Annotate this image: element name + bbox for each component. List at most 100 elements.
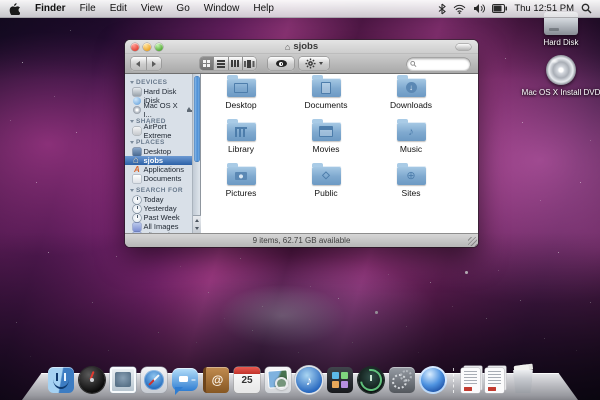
- menu-finder[interactable]: Finder: [28, 0, 73, 18]
- dock-mail-icon[interactable]: [110, 367, 136, 393]
- airport-icon: [133, 127, 141, 135]
- desktop-icon-label: Mac OS X Install DVD: [519, 88, 600, 97]
- sidebar-header-search-for[interactable]: SEARCH FOR: [130, 186, 192, 195]
- sidebar-item-label: All Images: [144, 222, 179, 231]
- icon-view-button[interactable]: [200, 57, 213, 70]
- sidebar-item-hard-disk[interactable]: Hard Disk: [125, 87, 192, 96]
- window-body: DEVICES Hard Disk iDisk Mac OS X I... SH…: [125, 74, 478, 233]
- sidebar-item-applications[interactable]: Applications: [125, 165, 192, 174]
- back-arrow-icon: [136, 61, 140, 67]
- dock-time-machine-icon[interactable]: [358, 367, 384, 393]
- scrollbar-arrows[interactable]: [193, 215, 201, 233]
- spotlight-icon[interactable]: [581, 3, 592, 14]
- dock-safari-icon[interactable]: [141, 367, 167, 393]
- desktop-icon-install-dvd[interactable]: Mac OS X Install DVD: [519, 55, 600, 97]
- sidebar-item-past-week[interactable]: Past Week: [125, 213, 192, 222]
- sidebar-header-devices[interactable]: DEVICES: [130, 78, 192, 87]
- view-mode-control: [200, 57, 256, 70]
- folder-icon: [312, 78, 341, 97]
- folder-downloads[interactable]: Downloads: [371, 74, 451, 110]
- folder-sites[interactable]: Sites: [371, 162, 451, 198]
- sidebar-item-label: Today: [144, 195, 164, 204]
- menu-view[interactable]: View: [134, 0, 170, 18]
- folder-pictures[interactable]: Pictures: [201, 162, 281, 198]
- folder-label: Music: [371, 144, 451, 154]
- sidebar-item-yesterday[interactable]: Yesterday: [125, 204, 192, 213]
- sidebar-item-label: Yesterday: [144, 204, 177, 213]
- dock-finder-icon[interactable]: [48, 367, 74, 393]
- sidebar-item-label: Desktop: [144, 147, 172, 156]
- dock-separator: [453, 368, 454, 393]
- menu-bar-clock[interactable]: Thu 12:51 PM: [514, 3, 574, 14]
- dock-sync-orb-icon[interactable]: [420, 367, 446, 393]
- ical-day-number: 25: [234, 375, 260, 386]
- toolbar: [125, 54, 478, 74]
- sites-emblem-icon: [397, 166, 426, 185]
- menu-go[interactable]: Go: [169, 0, 196, 18]
- folder-icon: [227, 166, 256, 185]
- dock-preview-icon[interactable]: [265, 367, 291, 393]
- list-view-button[interactable]: [213, 57, 227, 70]
- volume-icon[interactable]: [473, 3, 485, 14]
- sidebar-item-label: Applications: [144, 165, 184, 174]
- folder-icon: [397, 166, 426, 185]
- folder-movies[interactable]: Movies: [286, 118, 366, 154]
- apple-menu[interactable]: [0, 2, 28, 15]
- dock-spaces-icon[interactable]: [327, 367, 353, 393]
- sidebar-item-documents[interactable]: Documents: [125, 174, 192, 183]
- gear-icon: [305, 58, 316, 69]
- menu-window[interactable]: Window: [197, 0, 247, 18]
- dock-documents-stack-icon[interactable]: [461, 368, 480, 393]
- dock-dashboard-icon[interactable]: [79, 367, 105, 393]
- dock-downloads-stack-icon[interactable]: [485, 368, 504, 393]
- battery-icon[interactable]: [492, 4, 507, 13]
- folder-documents[interactable]: Documents: [286, 74, 366, 110]
- dock-system-preferences-icon[interactable]: [389, 367, 415, 393]
- folder-label: Public: [286, 188, 366, 198]
- dvd-disc-icon: [546, 55, 576, 85]
- sidebar-item-all-images[interactable]: All Images: [125, 222, 192, 231]
- desktop-screen: { "menu_bar": { "menus": ["Finder", "Fil…: [0, 0, 600, 400]
- dock-ical-icon[interactable]: 25: [234, 367, 260, 393]
- library-emblem-icon: [227, 122, 256, 141]
- hard-disk-icon: [133, 88, 141, 96]
- sidebar-scrollbar[interactable]: [192, 74, 200, 233]
- forward-button[interactable]: [146, 57, 162, 70]
- resize-grip[interactable]: [468, 237, 477, 246]
- title-bar[interactable]: ⌂ sjobs: [125, 40, 478, 54]
- dock-address-book-icon[interactable]: [203, 367, 229, 393]
- menu-help[interactable]: Help: [246, 0, 281, 18]
- scrollbar-thumb[interactable]: [194, 76, 200, 162]
- sidebar-item-today[interactable]: Today: [125, 195, 192, 204]
- folder-public[interactable]: Public: [286, 162, 366, 198]
- menu-file[interactable]: File: [73, 0, 103, 18]
- bluetooth-icon[interactable]: [438, 3, 446, 15]
- search-input[interactable]: [419, 59, 467, 69]
- forward-arrow-icon: [152, 61, 156, 67]
- folder-library[interactable]: Library: [201, 118, 281, 154]
- folder-music[interactable]: Music: [371, 118, 451, 154]
- quick-look-button[interactable]: [268, 57, 294, 70]
- column-view-button[interactable]: [228, 57, 242, 70]
- sidebar-item-airport-extreme[interactable]: AirPort Extreme: [125, 126, 192, 135]
- dock-trash-icon[interactable]: [509, 366, 537, 393]
- sidebar-item-install-dvd[interactable]: Mac OS X I...: [125, 105, 192, 114]
- toolbar-toggle-button[interactable]: [456, 44, 471, 50]
- menu-edit[interactable]: Edit: [103, 0, 134, 18]
- search-field[interactable]: [407, 58, 470, 70]
- sidebar: DEVICES Hard Disk iDisk Mac OS X I... SH…: [125, 74, 201, 233]
- sidebar-item-label: AirPort Extreme: [144, 122, 193, 140]
- coverflow-view-button[interactable]: [242, 57, 256, 70]
- applications-icon: [133, 166, 141, 174]
- dock-ichat-icon[interactable]: [172, 368, 198, 391]
- music-emblem-icon: [397, 122, 426, 141]
- column-view-icon: [231, 60, 239, 67]
- folder-desktop[interactable]: Desktop: [201, 74, 281, 110]
- desktop-emblem-icon: [227, 78, 256, 97]
- folder-icon: [397, 122, 426, 141]
- sidebar-item-sjobs[interactable]: sjobs: [125, 156, 192, 165]
- action-menu-button[interactable]: [299, 57, 329, 70]
- wifi-icon[interactable]: [453, 4, 466, 14]
- back-button[interactable]: [131, 57, 146, 70]
- dock-itunes-icon[interactable]: [296, 367, 322, 393]
